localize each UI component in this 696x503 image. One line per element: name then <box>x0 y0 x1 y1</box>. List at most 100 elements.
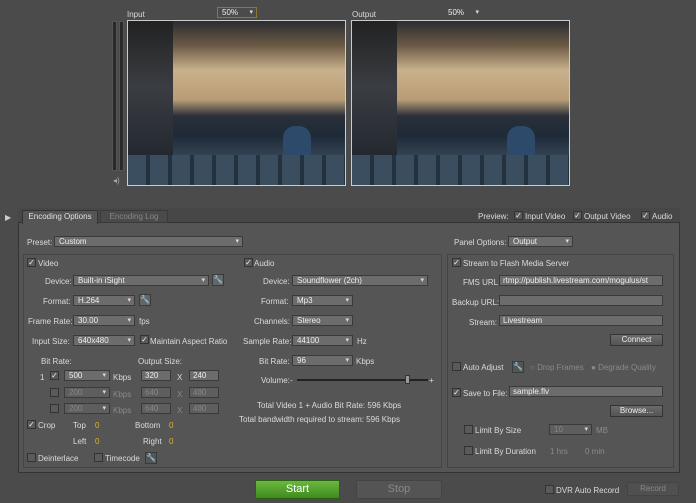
crop-right-value[interactable]: 0 <box>169 437 173 446</box>
timecode-checkbox[interactable] <box>94 453 103 462</box>
stream-input[interactable]: Livestream <box>499 315 663 326</box>
bitrate-3-select[interactable]: 200 <box>64 403 110 414</box>
drop-frames-radio[interactable]: ○ Drop Frames <box>530 363 584 372</box>
speaker-icon: ◂) <box>113 176 120 185</box>
crop-bottom-value[interactable]: 0 <box>169 421 173 430</box>
channels-select[interactable]: Stereo <box>292 315 353 326</box>
backup-url-input[interactable] <box>499 295 663 306</box>
degrade-quality-radio[interactable]: ● Degrade Quality <box>591 363 656 372</box>
dvr-auto-record-checkbox[interactable] <box>545 485 554 494</box>
drop-frames-label: Drop Frames <box>537 363 584 372</box>
video-device-wrench-icon[interactable]: 🔧 <box>212 274 224 286</box>
maintain-aspect-checkbox[interactable]: ✓ <box>140 335 149 344</box>
input-video-checkbox[interactable]: ✓ <box>514 211 523 220</box>
fms-url-input[interactable]: rtmp://publish.livestream.com/mogulus/st <box>499 275 663 286</box>
output-video-checkbox[interactable]: ✓ <box>573 211 582 220</box>
degrade-quality-label: Degrade Quality <box>598 363 656 372</box>
bitrate-1-unit: Kbps <box>113 373 132 382</box>
tab-encoding-log[interactable]: Encoding Log <box>100 210 168 223</box>
auto-adjust-wrench-icon[interactable]: 🔧 <box>512 361 524 373</box>
bitrate-1-checkbox[interactable]: ✓ <box>50 371 59 380</box>
video-format-select[interactable]: H.264 <box>73 295 135 306</box>
x-label: X <box>177 406 183 415</box>
output-video-label: Output Video <box>584 212 631 221</box>
output-label: Output <box>352 10 377 19</box>
deinterlace-checkbox[interactable] <box>27 453 36 462</box>
sample-rate-select[interactable]: 44100 <box>292 335 353 346</box>
input-video-preview <box>127 20 346 186</box>
output-width-1[interactable]: 320 <box>141 370 171 381</box>
sample-rate-label: Sample Rate: <box>243 337 292 346</box>
preset-select[interactable]: Custom <box>54 236 243 247</box>
fms-url-label: FMS URL: <box>463 278 501 287</box>
crop-left-value[interactable]: 0 <box>95 437 99 446</box>
crop-label: Crop <box>38 421 56 430</box>
duration-hours[interactable]: 1 hrs <box>550 447 568 456</box>
output-height-3[interactable]: 480 <box>189 403 219 414</box>
input-zoom-select[interactable]: 50% <box>217 7 257 18</box>
stream-fms-checkbox[interactable]: ✓ <box>452 258 461 267</box>
output-height-2[interactable]: 480 <box>189 387 219 398</box>
duration-minutes[interactable]: 0 min <box>585 447 605 456</box>
audio-format-select[interactable]: Mp3 <box>292 295 353 306</box>
record-button[interactable]: Record <box>627 482 679 496</box>
save-to-file-checkbox[interactable]: ✓ <box>452 388 461 397</box>
timecode-wrench-icon[interactable]: 🔧 <box>145 452 157 464</box>
x-label: X <box>177 373 183 382</box>
video-checkbox[interactable]: ✓ <box>27 258 36 267</box>
auto-adjust-label: Auto Adjust <box>463 363 504 372</box>
volume-slider-thumb[interactable] <box>405 375 411 384</box>
audio-meter-right <box>119 21 124 171</box>
volume-label: Volume: <box>261 376 290 385</box>
crop-top-label: Top <box>73 421 86 430</box>
output-width-3[interactable]: 640 <box>141 403 171 414</box>
audio-preview-checkbox[interactable]: ✓ <box>641 211 650 220</box>
stop-button[interactable]: Stop <box>356 480 442 499</box>
video-label: Video <box>38 259 59 268</box>
audio-label: Audio <box>254 259 275 268</box>
file-name-input[interactable]: sample.flv <box>509 386 663 397</box>
audio-preview-label: Audio <box>652 212 673 221</box>
preview-label: Preview: <box>478 212 509 221</box>
hz-label: Hz <box>357 337 367 346</box>
audio-checkbox[interactable]: ✓ <box>244 258 253 267</box>
bitrate-1-select[interactable]: 500 <box>64 370 110 381</box>
frame-rate-select[interactable]: 30.00 <box>73 315 135 326</box>
bitrate-3-checkbox[interactable] <box>50 404 59 413</box>
output-height-1[interactable]: 240 <box>189 370 219 381</box>
connect-button[interactable]: Connect <box>610 334 663 346</box>
output-zoom-select[interactable]: 50% <box>443 7 483 18</box>
start-button[interactable]: Start <box>255 480 340 499</box>
auto-adjust-checkbox[interactable] <box>452 362 461 371</box>
mb-label: MB <box>596 426 608 435</box>
audio-bit-rate-label: Bit Rate: <box>259 357 290 366</box>
audio-format-label: Format: <box>261 297 289 306</box>
crop-right-label: Right <box>143 437 162 446</box>
tab-encoding-options[interactable]: Encoding Options <box>22 210 98 224</box>
audio-device-select[interactable]: Soundflower (2ch) <box>292 275 428 286</box>
video-format-label: Format: <box>43 297 71 306</box>
backup-url-label: Backup URL: <box>452 298 500 307</box>
crop-left-label: Left <box>73 437 87 446</box>
input-label: Input <box>127 10 145 19</box>
crop-top-value[interactable]: 0 <box>95 421 99 430</box>
x-label: X <box>177 390 183 399</box>
limit-size-checkbox[interactable] <box>464 425 473 434</box>
bitrate-2-checkbox[interactable] <box>50 388 59 397</box>
crop-checkbox[interactable]: ✓ <box>27 420 36 429</box>
input-size-select[interactable]: 640x480 <box>73 335 135 346</box>
output-width-2[interactable]: 640 <box>141 387 171 398</box>
deinterlace-label: Deinterlace <box>38 454 79 463</box>
expand-arrow-icon[interactable]: ▶ <box>5 213 11 222</box>
panel-options-select[interactable]: Output <box>508 236 573 247</box>
audio-bit-rate-select[interactable]: 96 <box>292 355 353 366</box>
limit-duration-checkbox[interactable] <box>464 446 473 455</box>
limit-size-select[interactable]: 10 <box>549 424 592 435</box>
video-device-select[interactable]: Built-in iSight <box>73 275 209 286</box>
audio-kbps-label: Kbps <box>356 357 375 366</box>
volume-plus: + <box>429 376 434 385</box>
video-format-wrench-icon[interactable]: 🔧 <box>139 294 151 306</box>
browse-button[interactable]: Browse... <box>610 405 663 417</box>
bitrate-2-select[interactable]: 200 <box>64 387 110 398</box>
limit-size-label: Limit By Size <box>475 426 522 435</box>
